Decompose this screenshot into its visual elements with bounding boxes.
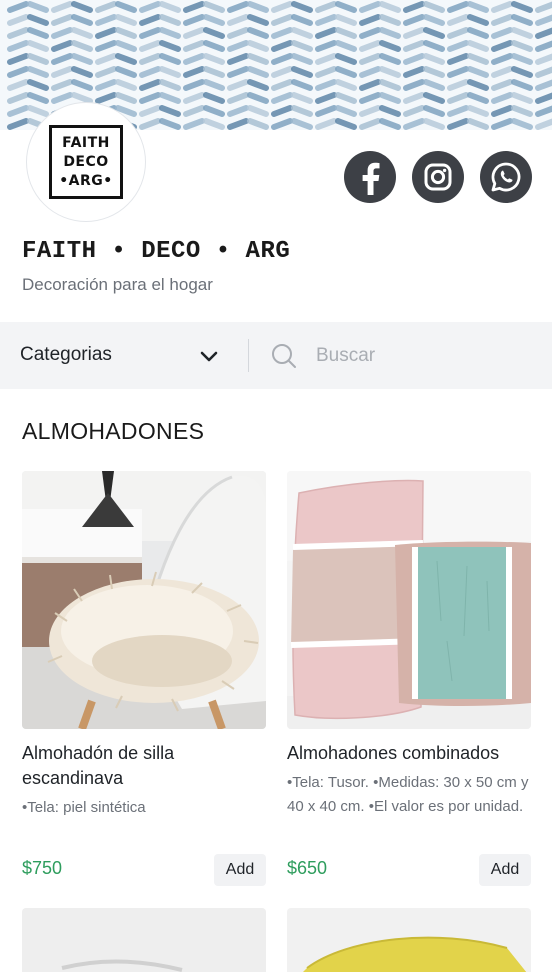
logo-line-2: DECO: [63, 153, 109, 170]
product-photo: [287, 471, 531, 729]
add-to-cart-button[interactable]: Add: [214, 854, 266, 886]
search-input[interactable]: [316, 343, 536, 369]
category-dropdown[interactable]: Categorias: [20, 344, 112, 366]
product-photo: [22, 471, 266, 729]
product-price: $650: [287, 858, 328, 878]
product-description: •Tela: piel sintética: [22, 799, 146, 816]
store-tagline: Decoración para el hogar: [22, 275, 213, 294]
whatsapp-icon: [491, 162, 521, 192]
product-image[interactable]: [22, 908, 266, 972]
product-image[interactable]: [287, 471, 531, 729]
filter-bar: Categorias: [0, 322, 552, 389]
facebook-button[interactable]: [344, 151, 396, 203]
logo-line-1: FAITH: [62, 134, 110, 151]
instagram-icon: [424, 163, 452, 191]
search-icon: [272, 344, 296, 368]
chevron-down-icon[interactable]: [198, 345, 220, 367]
store-logo[interactable]: FAITH DECO •ARG•: [26, 102, 146, 222]
product-description: •Tela: Tusor. •Medidas: 30 x 50 cm y 40 …: [287, 774, 529, 815]
product-title[interactable]: Almohadones combinados: [287, 741, 531, 766]
logo-mark: FAITH DECO •ARG•: [49, 125, 123, 199]
product-image[interactable]: [22, 471, 266, 729]
product-photo: [287, 908, 531, 972]
product-image[interactable]: [287, 908, 531, 972]
logo-line-3: •ARG•: [59, 172, 113, 189]
product-photo: [22, 908, 266, 972]
whatsapp-button[interactable]: [480, 151, 532, 203]
facebook-icon: [362, 162, 380, 195]
product-title[interactable]: Almohadón de silla escandinava: [22, 741, 266, 791]
filter-divider: [248, 339, 249, 372]
instagram-button[interactable]: [412, 151, 464, 203]
add-to-cart-button[interactable]: Add: [479, 854, 531, 886]
store-name: FAITH • DECO • ARG: [22, 238, 291, 265]
product-card[interactable]: Almohadones combinados •Tela: Tusor. •Me…: [287, 471, 531, 819]
section-title: ALMOHADONES: [22, 418, 205, 444]
product-card[interactable]: Almohadón de silla escandinava •Tela: pi…: [22, 471, 266, 820]
product-price: $750: [22, 858, 63, 878]
